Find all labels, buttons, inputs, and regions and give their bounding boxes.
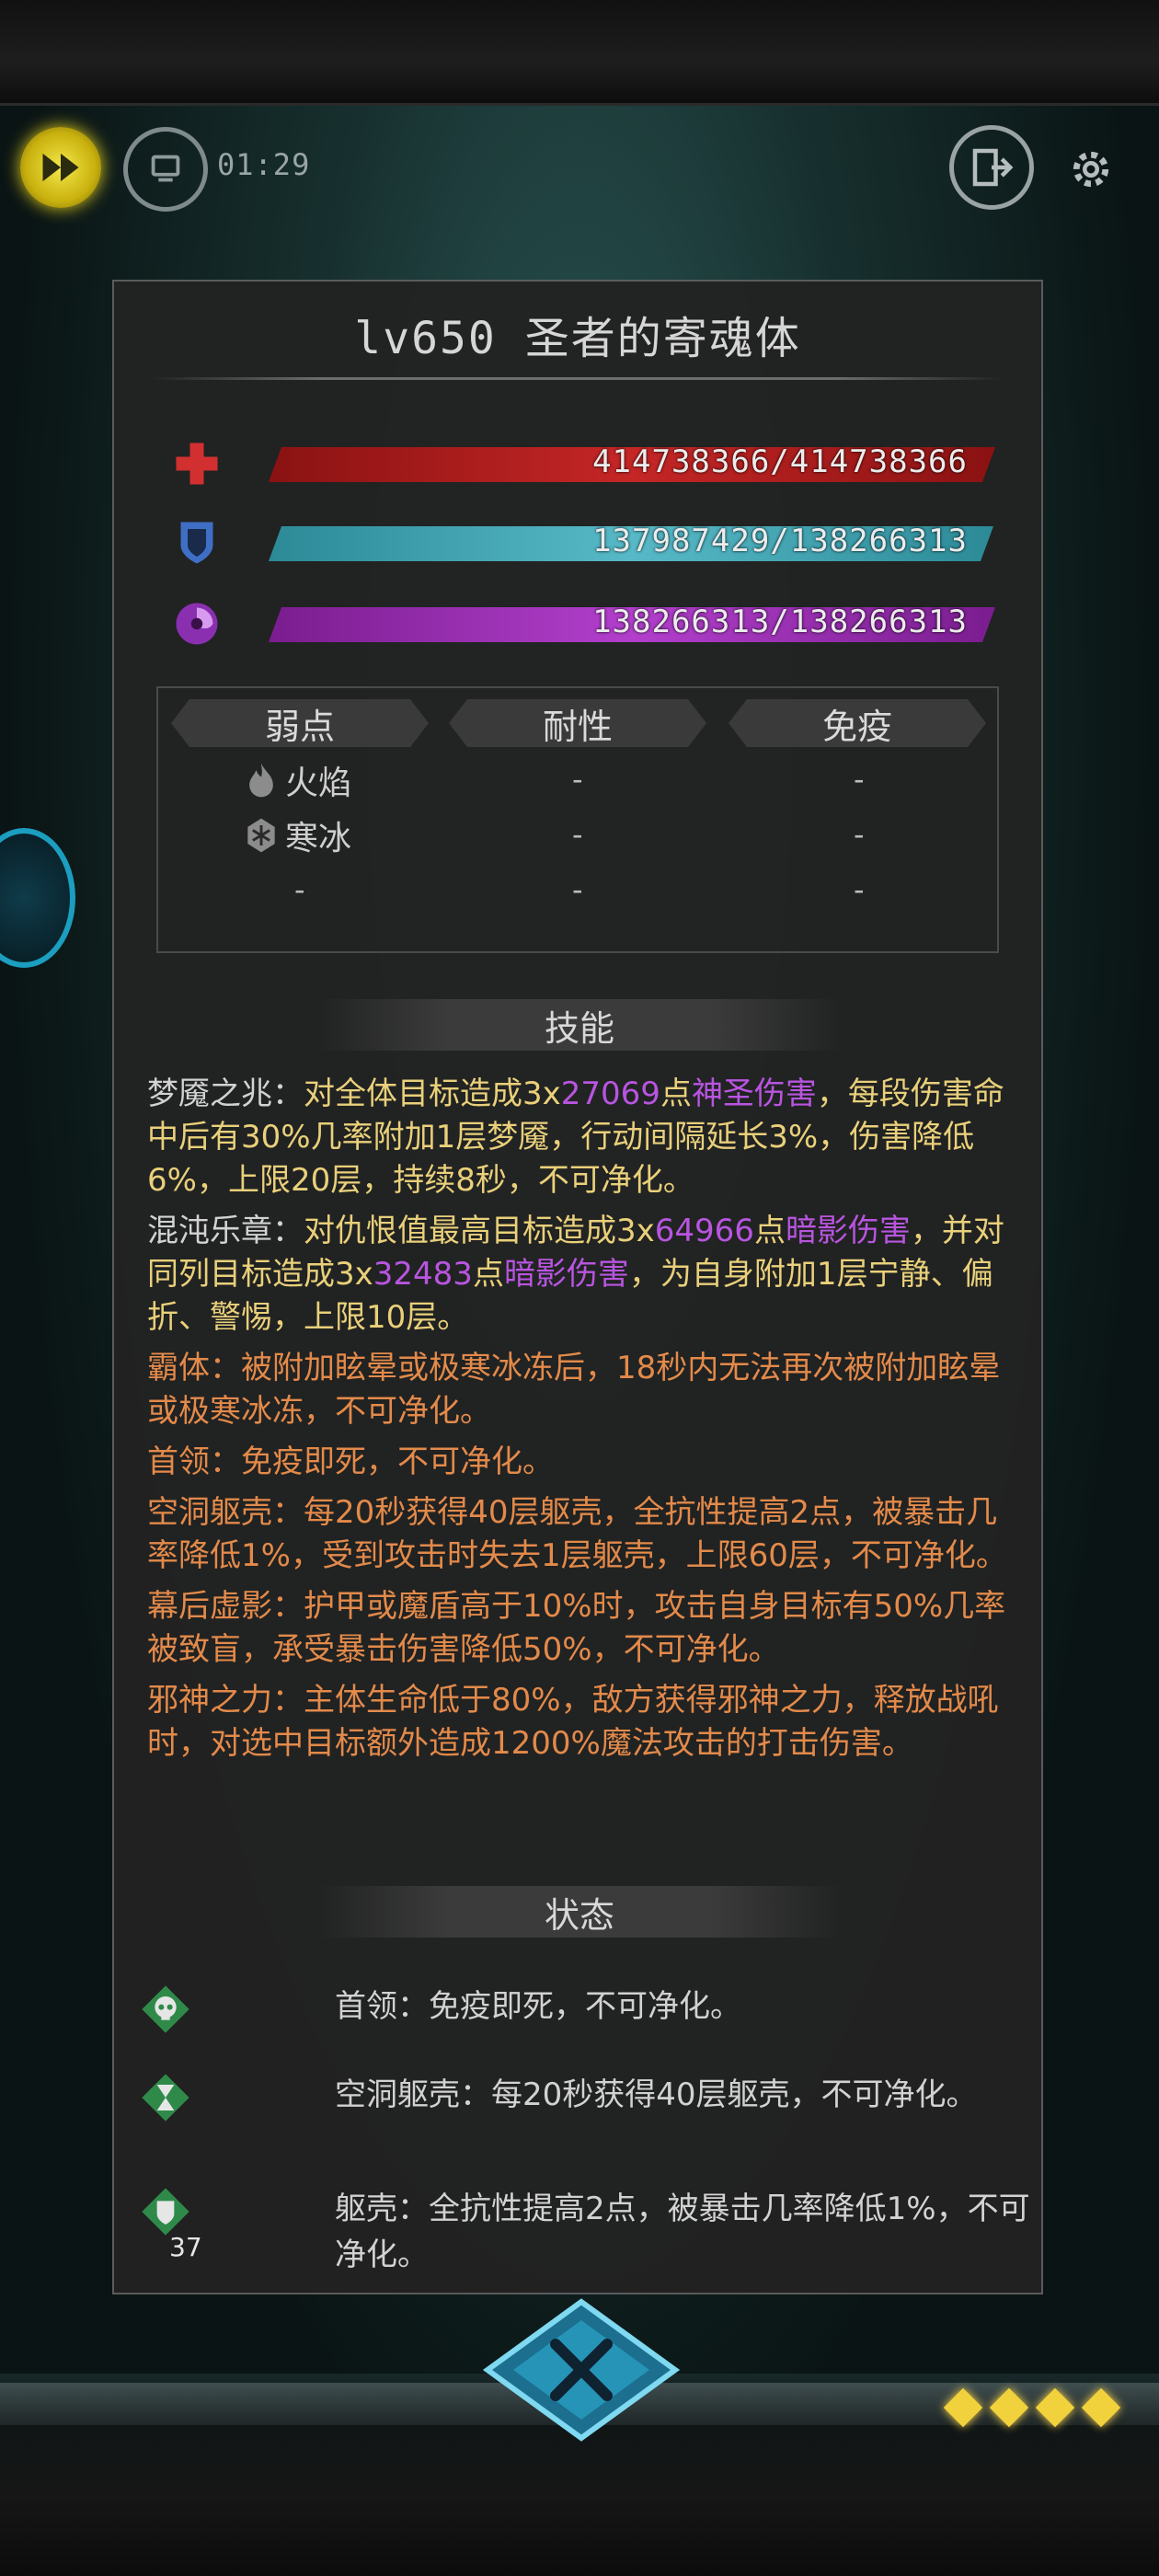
status-stack-count: 37 xyxy=(169,2232,202,2262)
close-button[interactable] xyxy=(478,2296,684,2444)
resistance-cell-2: - xyxy=(572,817,583,852)
title-divider xyxy=(151,377,1004,380)
weakness-fire-label: 火焰 xyxy=(285,765,352,802)
skill-description: 霸体：被附加眩晕或极寒冰冻后，18秒内无法再次被附加眩晕或极寒冰冻，不可净化。 xyxy=(147,1347,1017,1433)
status-header: 状态 xyxy=(316,1886,843,1938)
auto-battle-icon xyxy=(151,155,180,182)
skill-text-segment: 幕后虚影：护甲或魔盾高于10%时，攻击自身目标有50%几率被致盲，承受暴击伤害降… xyxy=(147,1588,1006,1668)
resistance-cell-3: - xyxy=(572,872,583,907)
skills-header: 技能 xyxy=(316,999,843,1051)
gear-icon xyxy=(1073,151,1109,188)
purple-swirl-icon xyxy=(176,603,218,645)
energy-indicators xyxy=(943,2387,1121,2428)
energy-diamond-icon xyxy=(943,2387,983,2428)
settings-button[interactable] xyxy=(1047,125,1135,213)
skill-text-segment: 暗影伤害 xyxy=(503,1256,629,1293)
skill-text-segment: 神圣伤害 xyxy=(691,1075,817,1112)
skill-text-segment: 霸体：被附加眩晕或极寒冰冻后，18秒内无法再次被附加眩晕或极寒冰冻，不可净化。 xyxy=(147,1350,1001,1430)
skill-text-segment: 对仇恨值最高目标造成3x xyxy=(304,1213,655,1249)
skill-text-segment: 空洞躯壳：每20秒获得40层躯壳，全抗性提高2点，被暴击几率降低1%，受到攻击时… xyxy=(147,1494,1007,1574)
resistance-header: 耐性 xyxy=(449,699,706,747)
fire-icon xyxy=(249,763,273,798)
weakness-empty: - xyxy=(294,872,305,907)
status-text: 躯壳：全抗性提高2点，被暴击几率降低1%，不可净化。 xyxy=(335,2191,1030,2273)
status-text: 空洞躯壳：每20秒获得40层躯壳，不可净化。 xyxy=(335,2076,978,2113)
skill-text-segment: 64966 xyxy=(654,1213,754,1249)
enemy-info-panel: lv650 圣者的寄魂体 414738366/414738366 1379874… xyxy=(112,280,1043,2294)
skill-text-segment: 邪神之力：主体生命低于80%，敌方获得邪神之力，释放战吼时，对选中目标额外造成1… xyxy=(147,1682,999,1762)
hp-row: 414738366/414738366 xyxy=(169,436,1034,491)
shield-icon xyxy=(142,2188,189,2236)
weakness-header: 弱点 xyxy=(171,699,429,747)
immunity-cell-3: - xyxy=(854,872,865,907)
mana-value: 138266313/138266313 xyxy=(592,604,968,640)
fast-forward-button[interactable] xyxy=(20,127,101,208)
skill-text-segment: 暗影伤害 xyxy=(785,1213,911,1249)
exit-battle-button[interactable] xyxy=(949,125,1034,210)
auto-battle-button[interactable] xyxy=(123,127,208,212)
skill-text-segment: 梦魇之兆： xyxy=(147,1075,304,1112)
skill-text-segment: 首领：免疫即死，不可净化。 xyxy=(147,1443,554,1480)
immunity-header: 免疫 xyxy=(729,699,986,747)
weakness-ice-label: 寒冰 xyxy=(285,820,352,857)
hp-value: 414738366/414738366 xyxy=(592,443,968,480)
skill-text-segment: 点 xyxy=(753,1213,786,1249)
red-cross-icon xyxy=(176,443,218,485)
fast-forward-icon xyxy=(42,153,79,182)
status-text: 首领：免疫即死，不可净化。 xyxy=(335,1988,741,2025)
skill-text-segment: 混沌乐章： xyxy=(147,1213,304,1249)
snowflake-icon xyxy=(247,818,275,853)
skill-text-segment: 点 xyxy=(660,1075,692,1112)
battle-timer: 01:29 xyxy=(217,147,311,182)
skill-text-segment: 27069 xyxy=(560,1075,660,1112)
shield-value: 137987429/138266313 xyxy=(592,523,968,559)
blue-shield-icon xyxy=(180,522,213,564)
resistance-table: 弱点 耐性 免疫 火焰 寒冰 - - - - - - - xyxy=(156,686,999,953)
energy-diamond-icon xyxy=(1035,2387,1075,2428)
skill-text-segment: 点 xyxy=(472,1256,504,1293)
hourglass-icon xyxy=(142,2074,189,2122)
skill-description: 混沌乐章：对仇恨值最高目标造成3x64966点暗影伤害，并对同列目标造成3x32… xyxy=(147,1210,1017,1340)
energy-diamond-icon xyxy=(1081,2387,1121,2428)
mana-row: 138266313/138266313 xyxy=(169,596,1034,651)
top-frame xyxy=(0,0,1159,106)
exit-door-icon xyxy=(972,148,1014,187)
skill-text-segment: 对全体目标造成3x xyxy=(304,1075,561,1112)
immunity-cell-1: - xyxy=(854,762,865,797)
enemy-title: lv650 圣者的寄魂体 xyxy=(354,313,801,364)
skills-list: 梦魇之兆：对全体目标造成3x27069点神圣伤害，每段伤害命中后有30%几率附加… xyxy=(147,1073,1017,1773)
skill-text-segment: 32483 xyxy=(373,1256,473,1293)
immunity-cell-2: - xyxy=(854,817,865,852)
energy-diamond-icon xyxy=(989,2387,1029,2428)
skill-description: 空洞躯壳：每20秒获得40层躯壳，全抗性提高2点，被暴击几率降低1%，受到攻击时… xyxy=(147,1491,1017,1578)
shield-row: 137987429/138266313 xyxy=(169,515,1034,570)
skill-description: 首领：免疫即死，不可净化。 xyxy=(147,1441,1017,1484)
resistance-cell-1: - xyxy=(572,762,583,797)
skull-icon xyxy=(142,1985,189,2033)
skill-description: 梦魇之兆：对全体目标造成3x27069点神圣伤害，每段伤害命中后有30%几率附加… xyxy=(147,1073,1017,1202)
skill-description: 邪神之力：主体生命低于80%，敌方获得邪神之力，释放战吼时，对选中目标额外造成1… xyxy=(147,1679,1017,1765)
skill-description: 幕后虚影：护甲或魔盾高于10%时，攻击自身目标有50%几率被致盲，承受暴击伤害降… xyxy=(147,1585,1017,1672)
